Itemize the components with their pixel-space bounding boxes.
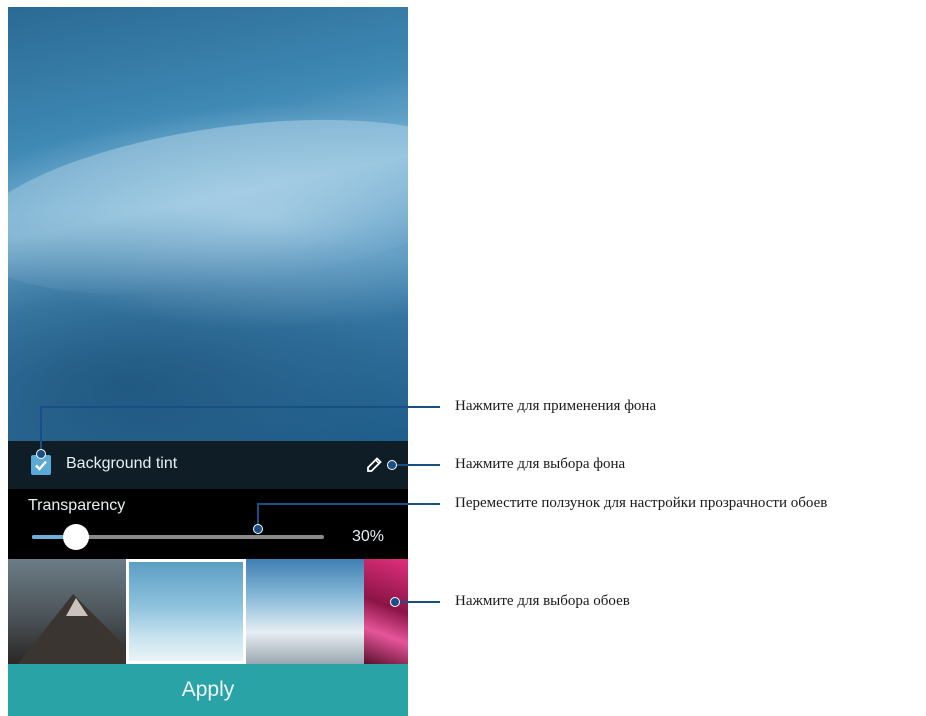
mountain-snowcap <box>66 598 88 616</box>
callout-select-wallpaper: Нажмите для выбора обоев <box>455 593 630 609</box>
transparency-value: 30% <box>352 528 385 545</box>
transparency-label: Transparency <box>28 497 126 514</box>
wallpaper-dune-highlight <box>8 91 408 323</box>
callout-apply-background: Нажмите для применения фона <box>455 398 657 414</box>
apply-button[interactable]: Apply <box>8 664 408 716</box>
wallpaper-thumb-mountain[interactable] <box>8 559 126 664</box>
callout-line-apply-vertical <box>40 407 42 453</box>
callout-line-apply-horizontal <box>40 406 440 408</box>
wallpaper-thumb-ice-selected[interactable] <box>126 559 246 664</box>
callout-dot-select-wallpaper <box>390 597 400 607</box>
callout-line-slider-horizontal <box>257 503 440 505</box>
transparency-panel: Transparency 30% <box>8 489 408 559</box>
slider-thumb[interactable] <box>62 524 89 550</box>
edit-tint-button[interactable] <box>360 451 388 479</box>
callout-line-select-background <box>392 464 440 466</box>
background-tint-bar: Background tint <box>8 441 408 489</box>
wallpaper-settings-screen: Background tint Transparency 30% Apply <box>8 7 408 716</box>
background-tint-label: Background tint <box>66 455 178 472</box>
transparency-slider[interactable] <box>32 524 324 550</box>
callout-transparency-slider: Переместите ползунок для настройки прозр… <box>455 495 828 511</box>
callout-dot-slider <box>253 524 263 534</box>
callout-dot-select-background <box>387 460 397 470</box>
wallpaper-thumb-snowy-peaks[interactable] <box>246 559 364 664</box>
callout-dot-apply <box>36 449 46 459</box>
checkmark-icon <box>35 460 47 471</box>
wallpaper-thumbnails <box>8 559 408 664</box>
callout-line-select-wallpaper <box>395 601 440 603</box>
callout-select-background: Нажмите для выбора фона <box>455 456 626 472</box>
pencil-icon <box>367 457 382 472</box>
wallpaper-preview <box>8 7 408 441</box>
wallpaper-thumb-pink-canyon[interactable] <box>364 559 408 664</box>
